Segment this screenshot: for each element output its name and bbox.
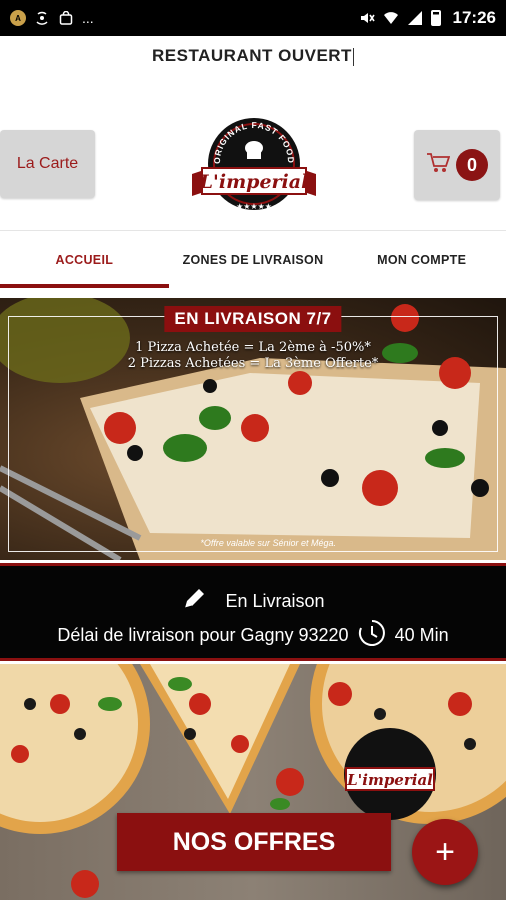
delivery-info: En Livraison Délai de livraison pour Gag…: [0, 563, 506, 661]
secondary-logo-name: L'imperial: [346, 771, 433, 789]
pencil-icon[interactable]: [181, 586, 207, 617]
delivery-delay-label: Délai de livraison pour Gagny 93220: [57, 625, 349, 645]
add-fab-button[interactable]: +: [412, 819, 478, 885]
signal-icon: [407, 10, 423, 26]
nos-offres-button[interactable]: NOS OFFRES: [117, 813, 391, 871]
auto-brightness-icon: A: [10, 10, 26, 26]
hotspot-icon: [34, 10, 50, 26]
more-icon: ...: [82, 10, 94, 26]
main-tabs: ACCUEIL ZONES DE LIVRAISON MON COMPTE: [0, 230, 506, 288]
promo-title: EN LIVRAISON 7/7: [164, 306, 342, 332]
restaurant-open-status: RESTAURANT OUVERT: [0, 46, 506, 66]
wifi-icon: [383, 10, 399, 26]
restaurant-logo: ORIGINAL FAST FOOD L'imperial ★★★★★: [190, 112, 318, 224]
mute-icon: [359, 10, 375, 26]
clock-icon: [357, 618, 387, 653]
cart-button[interactable]: 0: [414, 130, 500, 200]
cart-count-badge: 0: [456, 149, 488, 181]
battery-icon: [430, 10, 441, 26]
menu-button[interactable]: La Carte: [0, 130, 95, 198]
cart-icon: [426, 152, 451, 179]
shopping-bag-icon: [58, 10, 74, 26]
promo-banner[interactable]: EN LIVRAISON 7/7 1 Pizza Achetée = La 2è…: [0, 298, 506, 560]
open-status-text: RESTAURANT OUVERT: [152, 46, 352, 65]
tab-zones-de-livraison[interactable]: ZONES DE LIVRAISON: [169, 231, 338, 288]
logo-name: L'imperial: [199, 171, 309, 193]
delivery-delay-value: 40 Min: [394, 625, 449, 645]
delivery-mode: En Livraison: [225, 591, 325, 611]
text-caret: [352, 47, 354, 66]
promo-note: *Offre valable sur Sénior et Méga.: [200, 538, 336, 548]
logo-stars: ★★★★★: [236, 202, 272, 211]
promo-line-2: 2 Pizzas Achetées = La 3ème Offerte*: [127, 356, 379, 371]
tab-accueil[interactable]: ACCUEIL: [0, 231, 169, 288]
status-time: 17:26: [452, 8, 496, 27]
tab-mon-compte[interactable]: MON COMPTE: [337, 231, 506, 288]
promo-line-1: 1 Pizza Achetée = La 2ème à -50%*: [135, 340, 371, 355]
status-bar: A ... 17:26: [0, 0, 506, 36]
